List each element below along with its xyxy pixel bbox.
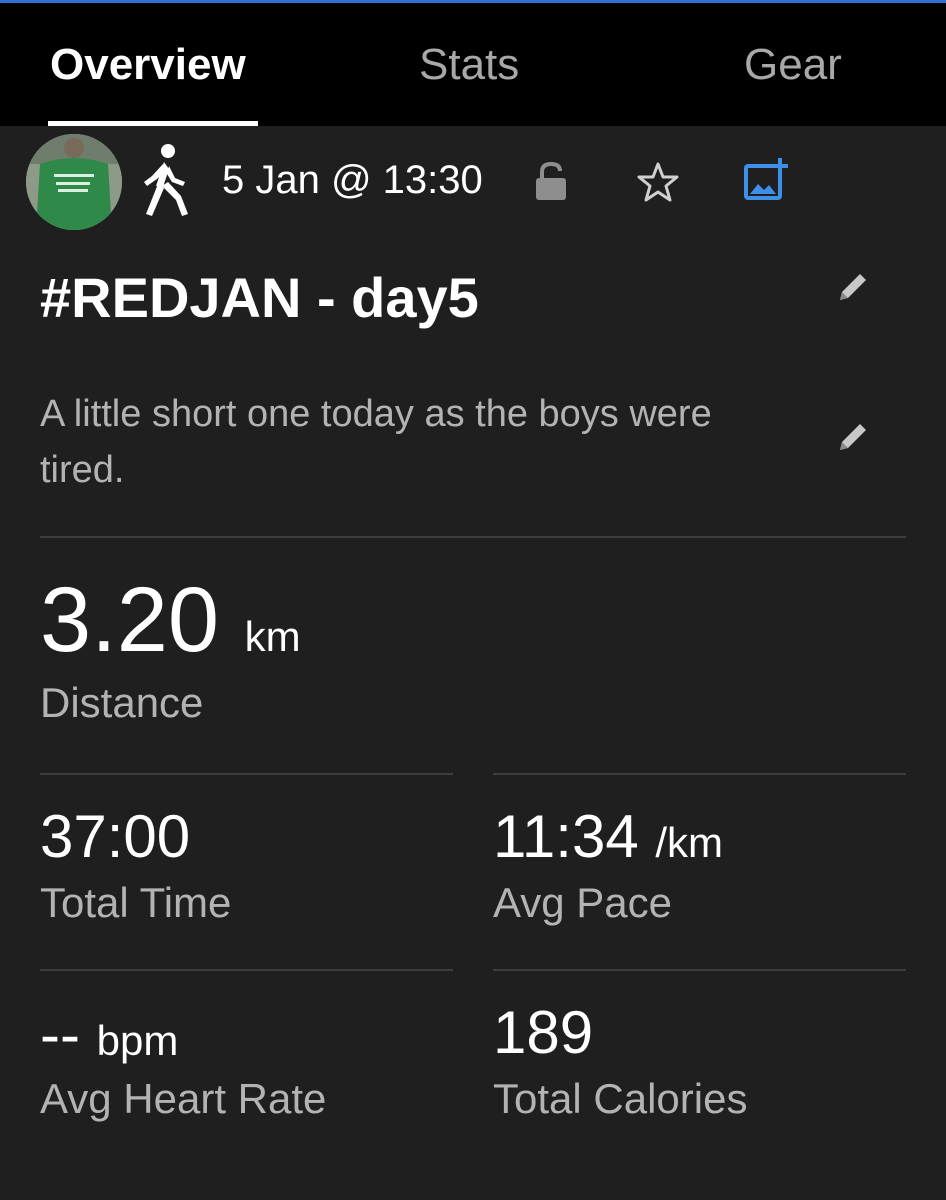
divider xyxy=(40,536,906,538)
avg-heart-rate-value: -- bpm xyxy=(40,1002,178,1074)
edit-title-pencil-icon[interactable] xyxy=(834,268,872,306)
total-calories-value: 189 xyxy=(493,999,594,1066)
add-photo-icon[interactable] xyxy=(742,156,790,202)
star-icon[interactable] xyxy=(636,160,680,204)
tab-overview[interactable]: Overview xyxy=(50,39,246,91)
total-time-value: 37:00 xyxy=(40,803,191,870)
avg-heart-rate-number: -- xyxy=(40,1001,80,1068)
avg-pace-number: 11:34 xyxy=(493,803,639,870)
distance-unit: km xyxy=(244,613,301,660)
edit-description-pencil-icon[interactable] xyxy=(834,418,872,456)
activity-title: #REDJAN - day5 xyxy=(40,266,479,329)
activity-datetime: 5 Jan @ 13:30 xyxy=(222,158,483,202)
activity-description: A little short one today as the boys wer… xyxy=(40,393,712,491)
avatar[interactable] xyxy=(26,134,122,230)
avg-heart-rate-unit: bpm xyxy=(96,1017,179,1064)
tab-gear[interactable]: Gear xyxy=(744,39,842,91)
walking-person-icon xyxy=(144,144,188,216)
divider xyxy=(40,969,453,971)
avg-heart-rate-label: Avg Heart Rate xyxy=(40,1075,327,1122)
divider xyxy=(40,773,453,775)
unlock-icon[interactable] xyxy=(534,162,568,200)
distance-number: 3.20 xyxy=(40,569,220,671)
avg-pace-unit: /km xyxy=(655,819,724,866)
divider xyxy=(493,969,906,971)
distance-value: 3.20 km xyxy=(40,570,301,687)
tab-bar: Overview Stats Gear xyxy=(0,3,946,126)
total-calories-label: Total Calories xyxy=(493,1075,748,1122)
distance-label: Distance xyxy=(40,679,204,726)
divider xyxy=(493,773,906,775)
active-tab-indicator xyxy=(48,121,258,126)
total-time-label: Total Time xyxy=(40,879,232,926)
avg-pace-value: 11:34 /km xyxy=(493,804,723,876)
avg-pace-label: Avg Pace xyxy=(493,879,673,926)
tab-stats[interactable]: Stats xyxy=(419,39,519,91)
